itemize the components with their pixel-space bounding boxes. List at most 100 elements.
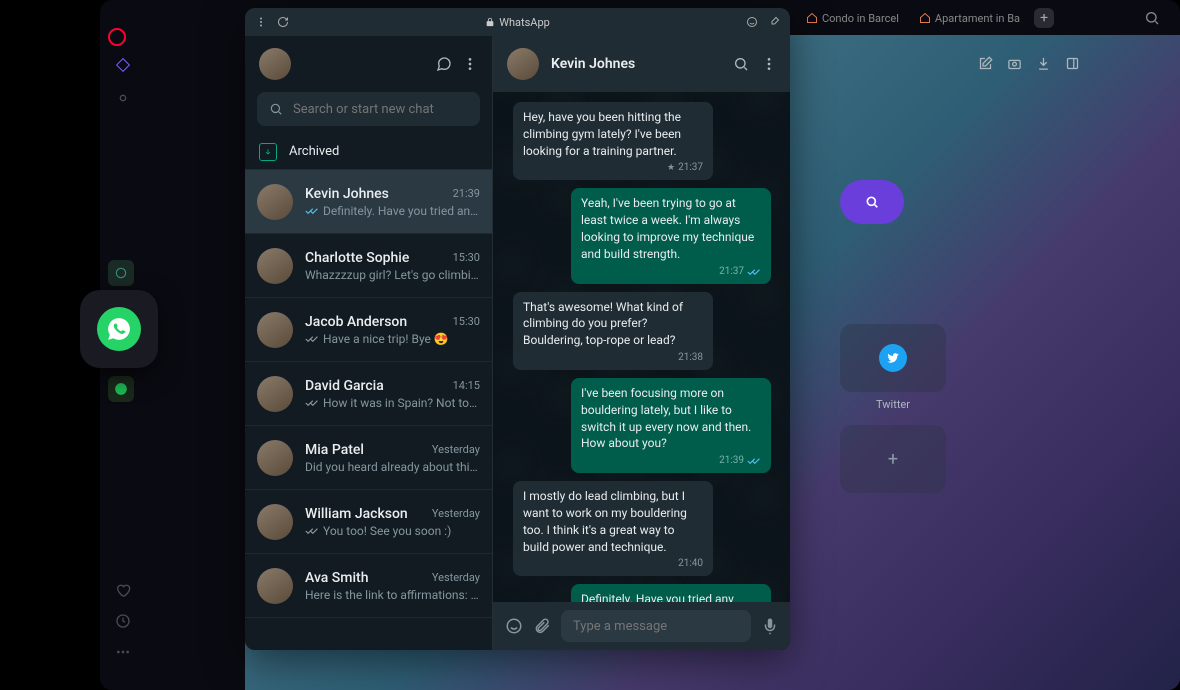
message-1: Yeah, I've been trying to go at least tw…	[571, 188, 771, 283]
chat-item-5[interactable]: William Jackson Yesterday You too! See yo…	[245, 490, 492, 554]
chat-avatar	[257, 376, 293, 412]
message-5: Definitely. Have you tried any specific …	[571, 584, 771, 602]
speed-search-button[interactable]	[840, 180, 904, 224]
chat-name: David Garcia	[305, 378, 384, 394]
chat-item-3[interactable]: David Garcia14:15 How it was in Spain? N…	[245, 362, 492, 426]
message-text: Definitely. Have you tried any specific …	[581, 591, 761, 602]
spotify-app-icon[interactable]	[108, 376, 134, 402]
message-2: That's awesome! What kind of climbing do…	[513, 292, 713, 370]
message-text: Hey, have you been hitting the climbing …	[523, 109, 703, 159]
chat-time: Yesterday	[432, 571, 480, 584]
chatgpt-app-icon[interactable]	[108, 260, 134, 286]
chat-preview: Definitely. Have you tried any...	[323, 204, 480, 218]
chat-time: 15:30	[453, 315, 480, 328]
message-time: 21:39	[719, 454, 744, 468]
new-chat-icon[interactable]	[436, 56, 452, 72]
chat-name: William Jackson	[305, 506, 408, 522]
chat-header: Kevin Johnes	[493, 36, 790, 92]
mic-icon[interactable]	[761, 617, 779, 635]
chat-name: Mia Patel	[305, 442, 364, 458]
tab-label: Condo in Barcel	[822, 12, 899, 25]
chat-time: 14:15	[453, 379, 480, 392]
browser-search-icon[interactable]	[1144, 10, 1160, 30]
emoji-icon[interactable]	[746, 16, 758, 28]
heart-icon[interactable]	[115, 582, 131, 598]
message-0: Hey, have you been hitting the climbing …	[513, 102, 713, 180]
sidebar-header	[245, 36, 492, 92]
chat-name: Charlotte Sophie	[305, 250, 409, 266]
chat-item-1[interactable]: Charlotte Sophie 15:30 Whazzzzup girl? Le…	[245, 234, 492, 298]
message-time: 21:40	[678, 557, 703, 571]
menu-icon[interactable]	[255, 16, 267, 28]
search-icon	[269, 102, 283, 116]
sidebar-menu-icon[interactable]	[462, 56, 478, 72]
chat-item-6[interactable]: Ava Smith Yesterday Here is the link to a…	[245, 554, 492, 618]
archived-row[interactable]: Archived	[245, 134, 492, 170]
more-icon[interactable]	[115, 644, 131, 660]
bookmark-icon[interactable]	[115, 90, 131, 106]
reload-icon[interactable]	[277, 16, 289, 28]
chat-sidebar: Archived Kevin Johnes21:39 Definitely. H…	[245, 36, 493, 650]
chat-title: Kevin Johnes	[551, 56, 721, 72]
chat-menu-icon[interactable]	[761, 56, 777, 72]
whatsapp-titlebar: WhatsApp	[245, 8, 790, 36]
whatsapp-logo-icon	[97, 307, 141, 351]
chat-item-4[interactable]: Mia PatelYesterday Did you heard already…	[245, 426, 492, 490]
chat-item-2[interactable]: Jacob Anderson 15:30 Have a nice trip! By…	[245, 298, 492, 362]
chat-name: Jacob Anderson	[305, 314, 407, 330]
message-text: Yeah, I've been trying to go at least tw…	[581, 195, 761, 262]
opera-logo-icon	[108, 28, 126, 46]
message-time: 21:38	[678, 351, 703, 365]
chat-preview: Whazzzzup girl? Let's go climbing...	[305, 268, 480, 282]
message-input[interactable]	[573, 619, 739, 634]
messages-area: Hey, have you been hitting the climbing …	[493, 92, 790, 602]
archive-icon	[259, 143, 277, 161]
chat-avatar	[257, 312, 293, 348]
download-icon[interactable]	[1036, 56, 1051, 71]
speed-tile-label: Twitter	[840, 398, 946, 411]
chat-item-0[interactable]: Kevin Johnes21:39 Definitely. Have you t…	[245, 170, 492, 234]
message-time: 21:37	[678, 161, 703, 175]
chat-preview: You too! See you soon :)	[323, 524, 451, 538]
speed-add-tile[interactable]: +	[840, 425, 946, 493]
pin-icon[interactable]	[768, 16, 780, 28]
new-tab-button[interactable]: +	[1034, 8, 1054, 28]
chat-search[interactable]	[257, 92, 480, 126]
message-text: I've been focusing more on bouldering la…	[581, 385, 761, 452]
camera-icon[interactable]	[1007, 56, 1022, 71]
diamond-icon[interactable]	[115, 58, 129, 72]
chat-preview: Here is the link to affirmations: ...	[305, 588, 480, 602]
message-3: I've been focusing more on bouldering la…	[571, 378, 771, 473]
contact-avatar[interactable]	[507, 48, 539, 80]
whatsapp-window: WhatsApp Archived	[245, 8, 790, 650]
chat-search-icon[interactable]	[733, 56, 749, 72]
emoji-picker-icon[interactable]	[505, 617, 523, 635]
chat-time: Yesterday	[432, 443, 480, 456]
clock-icon[interactable]	[115, 613, 131, 629]
message-text: I mostly do lead climbing, but I want to…	[523, 488, 703, 555]
tab-condo[interactable]: Condo in Barcel	[800, 10, 905, 27]
archived-label: Archived	[289, 144, 339, 159]
chat-name: Kevin Johnes	[305, 186, 389, 202]
speed-dial: Twitter +	[840, 180, 946, 493]
panel-icon[interactable]	[1065, 56, 1080, 71]
whatsapp-badge[interactable]	[80, 290, 158, 368]
chat-list: Kevin Johnes21:39 Definitely. Have you t…	[245, 170, 492, 650]
message-4: I mostly do lead climbing, but I want to…	[513, 481, 713, 576]
chat-avatar	[257, 184, 293, 220]
edit-icon[interactable]	[978, 56, 993, 71]
star-icon: ★	[667, 162, 675, 175]
chat-search-input[interactable]	[293, 102, 468, 117]
chat-preview: Have a nice trip! Bye 😍	[323, 332, 449, 346]
chat-time: 15:30	[453, 251, 480, 264]
chat-time: Yesterday	[432, 507, 480, 520]
tab-apartment[interactable]: Apartament in Ba	[913, 10, 1026, 27]
message-text: That's awesome! What kind of climbing do…	[523, 299, 703, 349]
message-time: 21:37	[719, 265, 744, 279]
speed-tile-twitter[interactable]	[840, 324, 946, 392]
chat-avatar	[257, 504, 293, 540]
chat-avatar	[257, 440, 293, 476]
attach-icon[interactable]	[533, 617, 551, 635]
my-avatar[interactable]	[259, 48, 291, 80]
chat-name: Ava Smith	[305, 570, 369, 586]
